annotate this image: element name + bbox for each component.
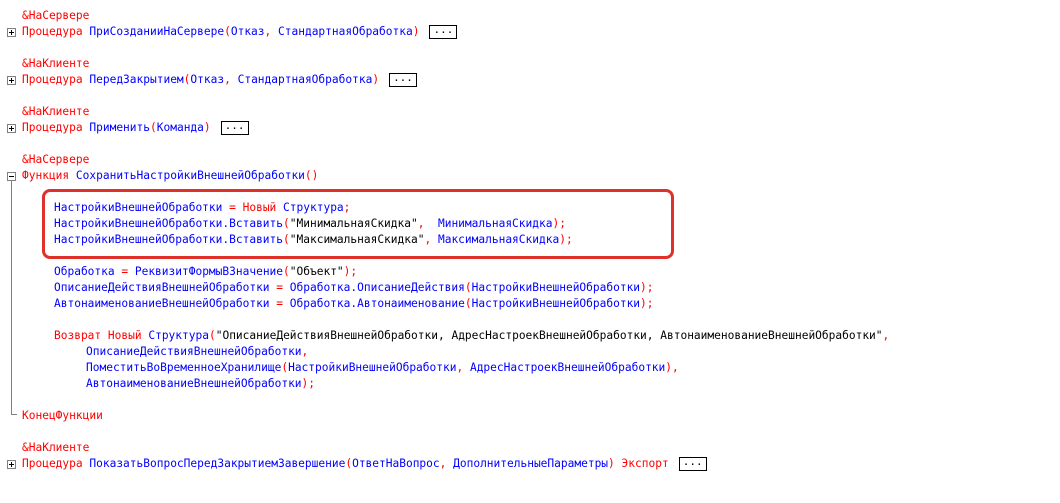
param: Команда <box>156 121 204 134</box>
separator: , <box>417 217 438 230</box>
variable: АвтонаименованиеВнешнейОбработки <box>54 297 270 310</box>
function-call: РеквизитФормыВЗначение <box>134 265 284 278</box>
keyword: Процедура <box>22 457 83 470</box>
code-line-return-arg2: ПоместитьВоВременноеХранилище(НастройкиВ… <box>86 361 679 374</box>
collapse-icon[interactable] <box>7 172 16 181</box>
variable: НастройкиВнешнейОбработки <box>54 201 223 214</box>
code-line-structure: НастройкиВнешнейОбработки = Новый Структ… <box>54 201 351 214</box>
code-line-autoname: АвтонаименованиеВнешнейОбработки = Обраб… <box>54 297 654 310</box>
variable: ОписаниеДействияВнешнейОбработки <box>54 281 270 294</box>
operator: = <box>222 201 243 214</box>
type-name: Структура <box>283 201 344 214</box>
code-line-return-arg1: ОписаниеДействияВнешнейОбработки, <box>86 345 309 358</box>
directive-line: &НаСервере <box>22 9 90 22</box>
method: .ОписаниеДействия <box>350 281 465 294</box>
operator: = <box>269 297 290 310</box>
procedure-name: ПриСозданииНаСервере <box>89 25 225 38</box>
expand-icon[interactable] <box>7 76 16 85</box>
param: Отказ <box>190 73 225 86</box>
keyword: Новый <box>107 329 142 342</box>
expand-icon[interactable] <box>7 460 16 469</box>
param: СтандартнаяОбработка <box>237 73 373 86</box>
argument: НастройкиВнешнейОбработки <box>471 281 641 294</box>
argument: АдресНастроекВнешнейОбработки <box>469 361 666 374</box>
param: Отказ <box>230 25 265 38</box>
directive-line: &НаКлиенте <box>22 441 90 454</box>
variable: НастройкиВнешнейОбработки <box>54 233 223 246</box>
fold-guide-line <box>11 181 12 414</box>
keyword: Возврат <box>54 329 102 342</box>
method: .Вставить <box>222 217 284 230</box>
keyword: Процедура <box>22 25 83 38</box>
code-line-return: Возврат Новый Структура("ОписаниеДействи… <box>54 329 890 342</box>
operator: = <box>114 265 135 278</box>
function-name: СохранитьНастройкиВнешнейОбработки <box>75 169 305 182</box>
collapsed-block-button[interactable]: ... <box>429 24 458 39</box>
directive-line: &НаКлиенте <box>22 57 90 70</box>
argument: МаксимальнаяСкидка <box>437 233 560 246</box>
fold-end-mark <box>11 414 17 415</box>
export-keyword: Экспорт <box>621 457 669 470</box>
variable: НастройкиВнешнейОбработки <box>54 217 223 230</box>
param: СтандартнаяОбработка <box>278 25 413 38</box>
string-literal: "ОписаниеДействияВнешнейОбработки, Адрес… <box>215 329 883 342</box>
type-name: Структура <box>148 329 209 342</box>
operator: = <box>269 281 290 294</box>
keyword: Функция <box>22 169 70 182</box>
function-header: Функция СохранитьНастройкиВнешнейОбработ… <box>22 169 319 182</box>
string-literal: "МинимальнаяСкидка" <box>289 217 418 230</box>
string-literal: "МаксимальнаяСкидка" <box>289 233 425 246</box>
expand-icon[interactable] <box>7 124 16 133</box>
param: ОтветНаВопрос <box>352 457 440 470</box>
string-literal: "Объект" <box>289 265 344 278</box>
code-line-description: ОписаниеДействияВнешнейОбработки = Обраб… <box>54 281 654 294</box>
procedure-header: Процедура ПередЗакрытием(Отказ, Стандарт… <box>22 72 417 88</box>
procedure-name: ПередЗакрытием <box>89 73 184 86</box>
method: .Автонаименование <box>350 297 465 310</box>
collapsed-block-button[interactable]: ... <box>678 456 707 471</box>
variable: Обработка <box>54 265 115 278</box>
end-function: КонецФункции <box>22 409 103 422</box>
object: Обработка <box>289 281 351 294</box>
argument: НастройкиВнешнейОбработки <box>288 361 457 374</box>
keyword: Новый <box>242 201 277 214</box>
keyword: Процедура <box>22 121 83 134</box>
separator: , <box>424 233 438 246</box>
procedure-header: Процедура Применить(Команда)... <box>22 120 249 136</box>
code-line-processing: Обработка = РеквизитФормыВЗначение("Объе… <box>54 265 358 278</box>
procedure-header: Процедура ПриСозданииНаСервере(Отказ, Ст… <box>22 24 458 40</box>
directive-line: &НаКлиенте <box>22 105 90 118</box>
collapsed-block-button[interactable]: ... <box>220 120 249 135</box>
method: .Вставить <box>222 233 284 246</box>
directive-line: &НаСервере <box>22 153 90 166</box>
code-line-insert-max: НастройкиВнешнейОбработки.Вставить("Макс… <box>54 233 573 246</box>
function-call: ПоместитьВоВременноеХранилище <box>86 361 282 374</box>
expand-icon[interactable] <box>7 28 16 37</box>
code-editor[interactable]: &НаСервере Процедура ПриСозданииНаСервер… <box>0 0 1060 503</box>
argument: ОписаниеДействияВнешнейОбработки <box>86 345 302 358</box>
procedure-name: ПоказатьВопросПередЗакрытиемЗавершение <box>89 457 346 470</box>
procedure-name: Применить <box>89 121 150 134</box>
argument: МинимальнаяСкидка <box>437 217 553 230</box>
argument: НастройкиВнешнейОбработки <box>471 297 641 310</box>
argument: АвтонаименованиеВнешнейОбработки <box>86 377 302 390</box>
object: Обработка <box>289 297 351 310</box>
procedure-header: Процедура ПоказатьВопросПередЗакрытиемЗа… <box>22 456 707 472</box>
keyword: Процедура <box>22 73 83 86</box>
code-line-return-arg3: АвтонаименованиеВнешнейОбработки); <box>86 377 316 390</box>
code-line-insert-min: НастройкиВнешнейОбработки.Вставить("Мини… <box>54 217 566 230</box>
collapsed-block-button[interactable]: ... <box>389 72 417 87</box>
param: ДополнительныеПараметры <box>453 457 609 470</box>
